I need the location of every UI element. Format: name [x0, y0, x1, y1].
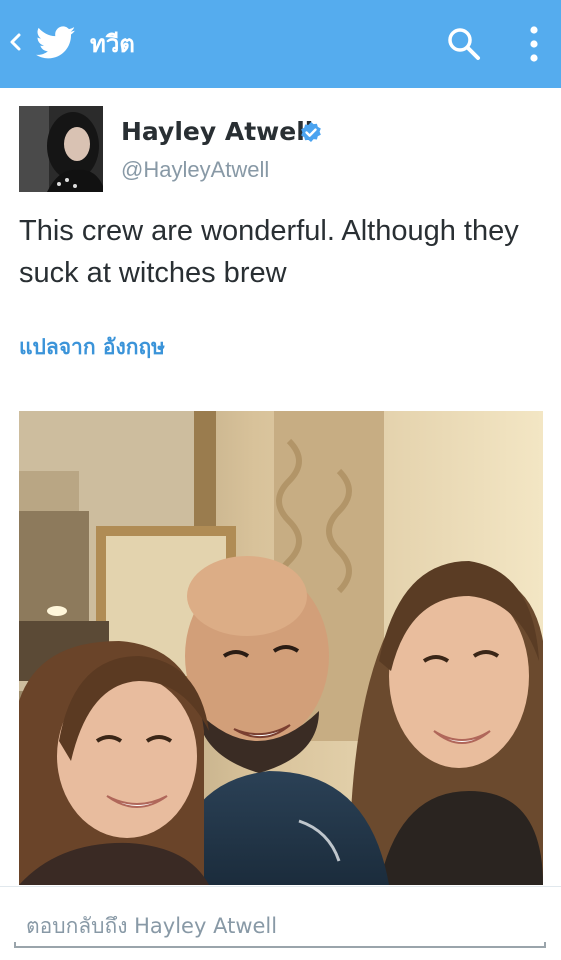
translate-link[interactable]: แปลจาก อังกฤษ: [19, 332, 165, 362]
tweet-photo[interactable]: [19, 411, 543, 885]
page-title: ทวีต: [90, 30, 135, 58]
author-handle[interactable]: @HayleyAtwell: [121, 155, 269, 185]
twitter-bird-icon[interactable]: [36, 26, 76, 60]
avatar[interactable]: [19, 106, 103, 192]
reply-bar: ตอบกลับถึง Hayley Atwell: [0, 886, 561, 960]
top-app-bar: ทวีต: [0, 0, 561, 88]
reply-placeholder[interactable]: ตอบกลับถึง Hayley Atwell: [26, 911, 277, 941]
search-icon[interactable]: [446, 26, 482, 62]
tweet-text: This crew are wonderful. Although they s…: [19, 215, 519, 289]
more-vertical-icon[interactable]: [522, 24, 546, 64]
author-name[interactable]: Hayley Atwell: [121, 116, 313, 148]
tweet-detail-screen: ทวีต Hayley Atwell @HayleyAtwell This cr: [0, 0, 561, 960]
chevron-left-icon[interactable]: [8, 28, 22, 56]
verified-badge-icon: [301, 122, 321, 142]
reply-input-underline: [14, 942, 546, 948]
